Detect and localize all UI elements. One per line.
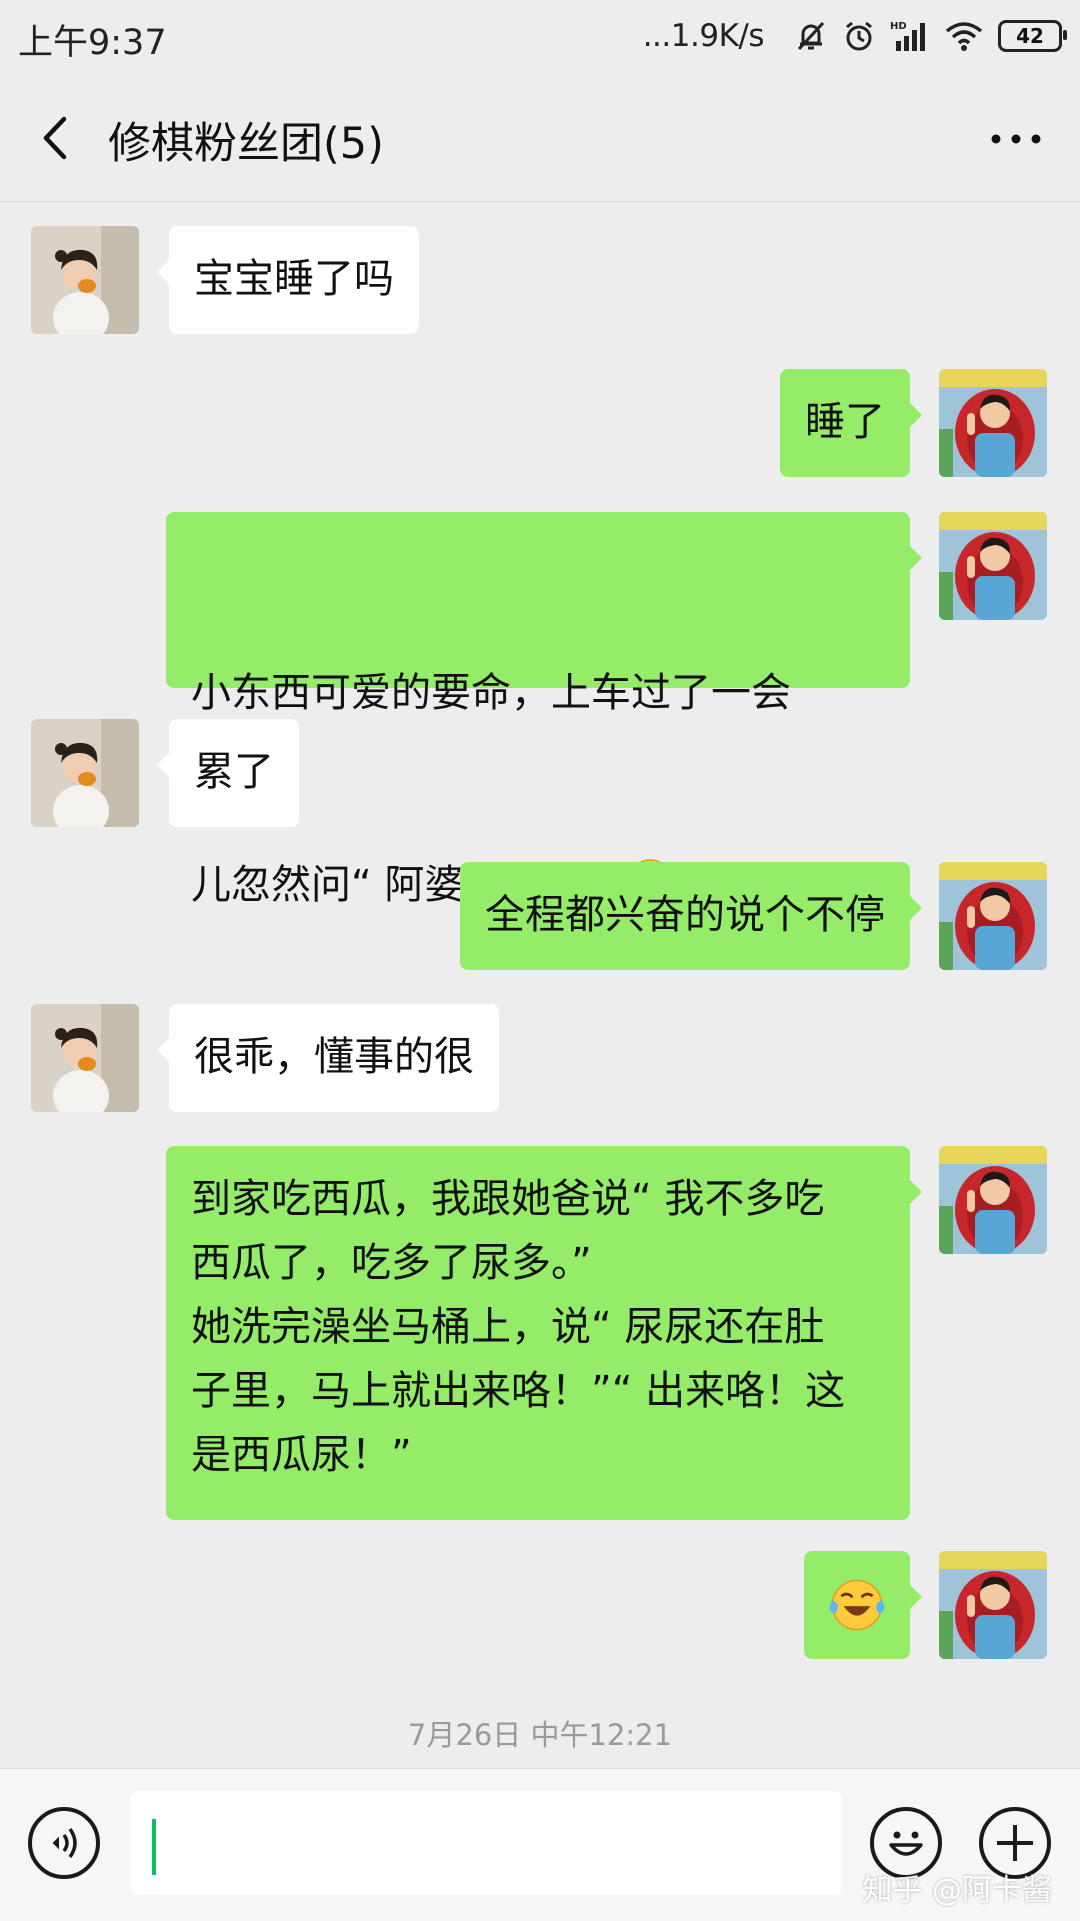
voice-icon — [52, 1827, 77, 1859]
network-speed: ...1.9K/s — [642, 18, 765, 54]
avatar-photo — [31, 1004, 139, 1112]
message-row: 全程都兴奋的说个不停 — [0, 862, 1080, 970]
avatar[interactable] — [31, 1004, 139, 1112]
laugh-cry-emoji-icon — [829, 1579, 885, 1631]
avatar-photo — [939, 369, 1047, 477]
status-icons: ...1.9K/s HD 42 — [642, 14, 1067, 58]
message-bubble-incoming[interactable]: 宝宝睡了吗 — [157, 226, 419, 334]
message-bubble-outgoing[interactable] — [804, 1551, 922, 1659]
message-row: 很乖，懂事的很 — [0, 1004, 1080, 1112]
avatar[interactable] — [939, 1146, 1047, 1254]
status-bar: 上午9:37 ...1.9K/s HD 42 — [0, 0, 1080, 75]
input-bar: 知乎 @阿卡酱 — [0, 1768, 1080, 1921]
avatar-photo — [31, 719, 139, 827]
hd-signal-icon: HD — [890, 21, 925, 51]
message-input[interactable] — [130, 1791, 842, 1895]
message-row: 累了 — [0, 719, 1080, 827]
message-row: 睡了 — [0, 369, 1080, 477]
chevron-left-icon — [43, 116, 67, 160]
alarm-icon — [846, 21, 872, 51]
back-button[interactable] — [30, 105, 86, 171]
message-timestamp: 7月26日 中午12:21 — [407, 1718, 673, 1752]
chat-message-list[interactable]: 宝宝睡了吗 睡了 小东西可爱的要命，上车过了一会 儿忽然问“ 阿婆去哪里了 累了… — [0, 202, 1080, 1768]
avatar-photo — [31, 226, 139, 334]
wifi-icon — [945, 22, 983, 51]
message-row: 小东西可爱的要命，上车过了一会 儿忽然问“ 阿婆去哪里了 ” — [0, 512, 1080, 908]
chat-title: 修棋粉丝团(5) — [108, 119, 384, 169]
message-bubble-incoming[interactable]: 很乖，懂事的很 — [157, 1004, 499, 1112]
avatar-photo — [939, 1551, 1047, 1659]
message-text-line: 小东西可爱的要命，上车过了一会 — [191, 670, 791, 716]
message-bubble-incoming[interactable]: 累了 — [157, 719, 299, 827]
message-bubble-outgoing[interactable]: 到家吃西瓜，我跟她爸说“ 我不多吃 西瓜了，吃多了尿多。” 她洗完澡坐马桶上，说… — [166, 1146, 922, 1520]
more-dots-icon — [991, 134, 1041, 144]
battery-icon: 42 — [998, 20, 1067, 52]
avatar-photo — [939, 862, 1047, 970]
chat-header: 修棋粉丝团(5) — [0, 75, 1080, 202]
watermark: 知乎 @阿卡酱 — [862, 1873, 1052, 1908]
avatar[interactable] — [939, 1551, 1047, 1659]
text-caret — [152, 1819, 156, 1875]
message-bubble-outgoing[interactable]: 小东西可爱的要命，上车过了一会 儿忽然问“ 阿婆去哪里了 ” — [166, 512, 922, 908]
more-button[interactable] — [986, 111, 1046, 167]
mute-bell-icon — [797, 21, 825, 51]
avatar-photo — [939, 512, 1047, 620]
avatar[interactable] — [31, 719, 139, 827]
status-time: 上午9:37 — [18, 23, 167, 63]
avatar[interactable] — [939, 512, 1047, 620]
message-row — [0, 1551, 1080, 1659]
svg-text:HD: HD — [890, 21, 907, 32]
avatar-photo — [939, 1146, 1047, 1254]
message-row: 宝宝睡了吗 — [0, 226, 1080, 334]
avatar[interactable] — [939, 369, 1047, 477]
voice-button[interactable] — [28, 1807, 100, 1879]
message-bubble-outgoing[interactable]: 睡了 — [780, 369, 922, 477]
message-row: 到家吃西瓜，我跟她爸说“ 我不多吃 西瓜了，吃多了尿多。” 她洗完澡坐马桶上，说… — [0, 1146, 1080, 1520]
avatar[interactable] — [31, 226, 139, 334]
message-bubble-outgoing[interactable]: 全程都兴奋的说个不停 — [460, 862, 922, 970]
avatar[interactable] — [939, 862, 1047, 970]
